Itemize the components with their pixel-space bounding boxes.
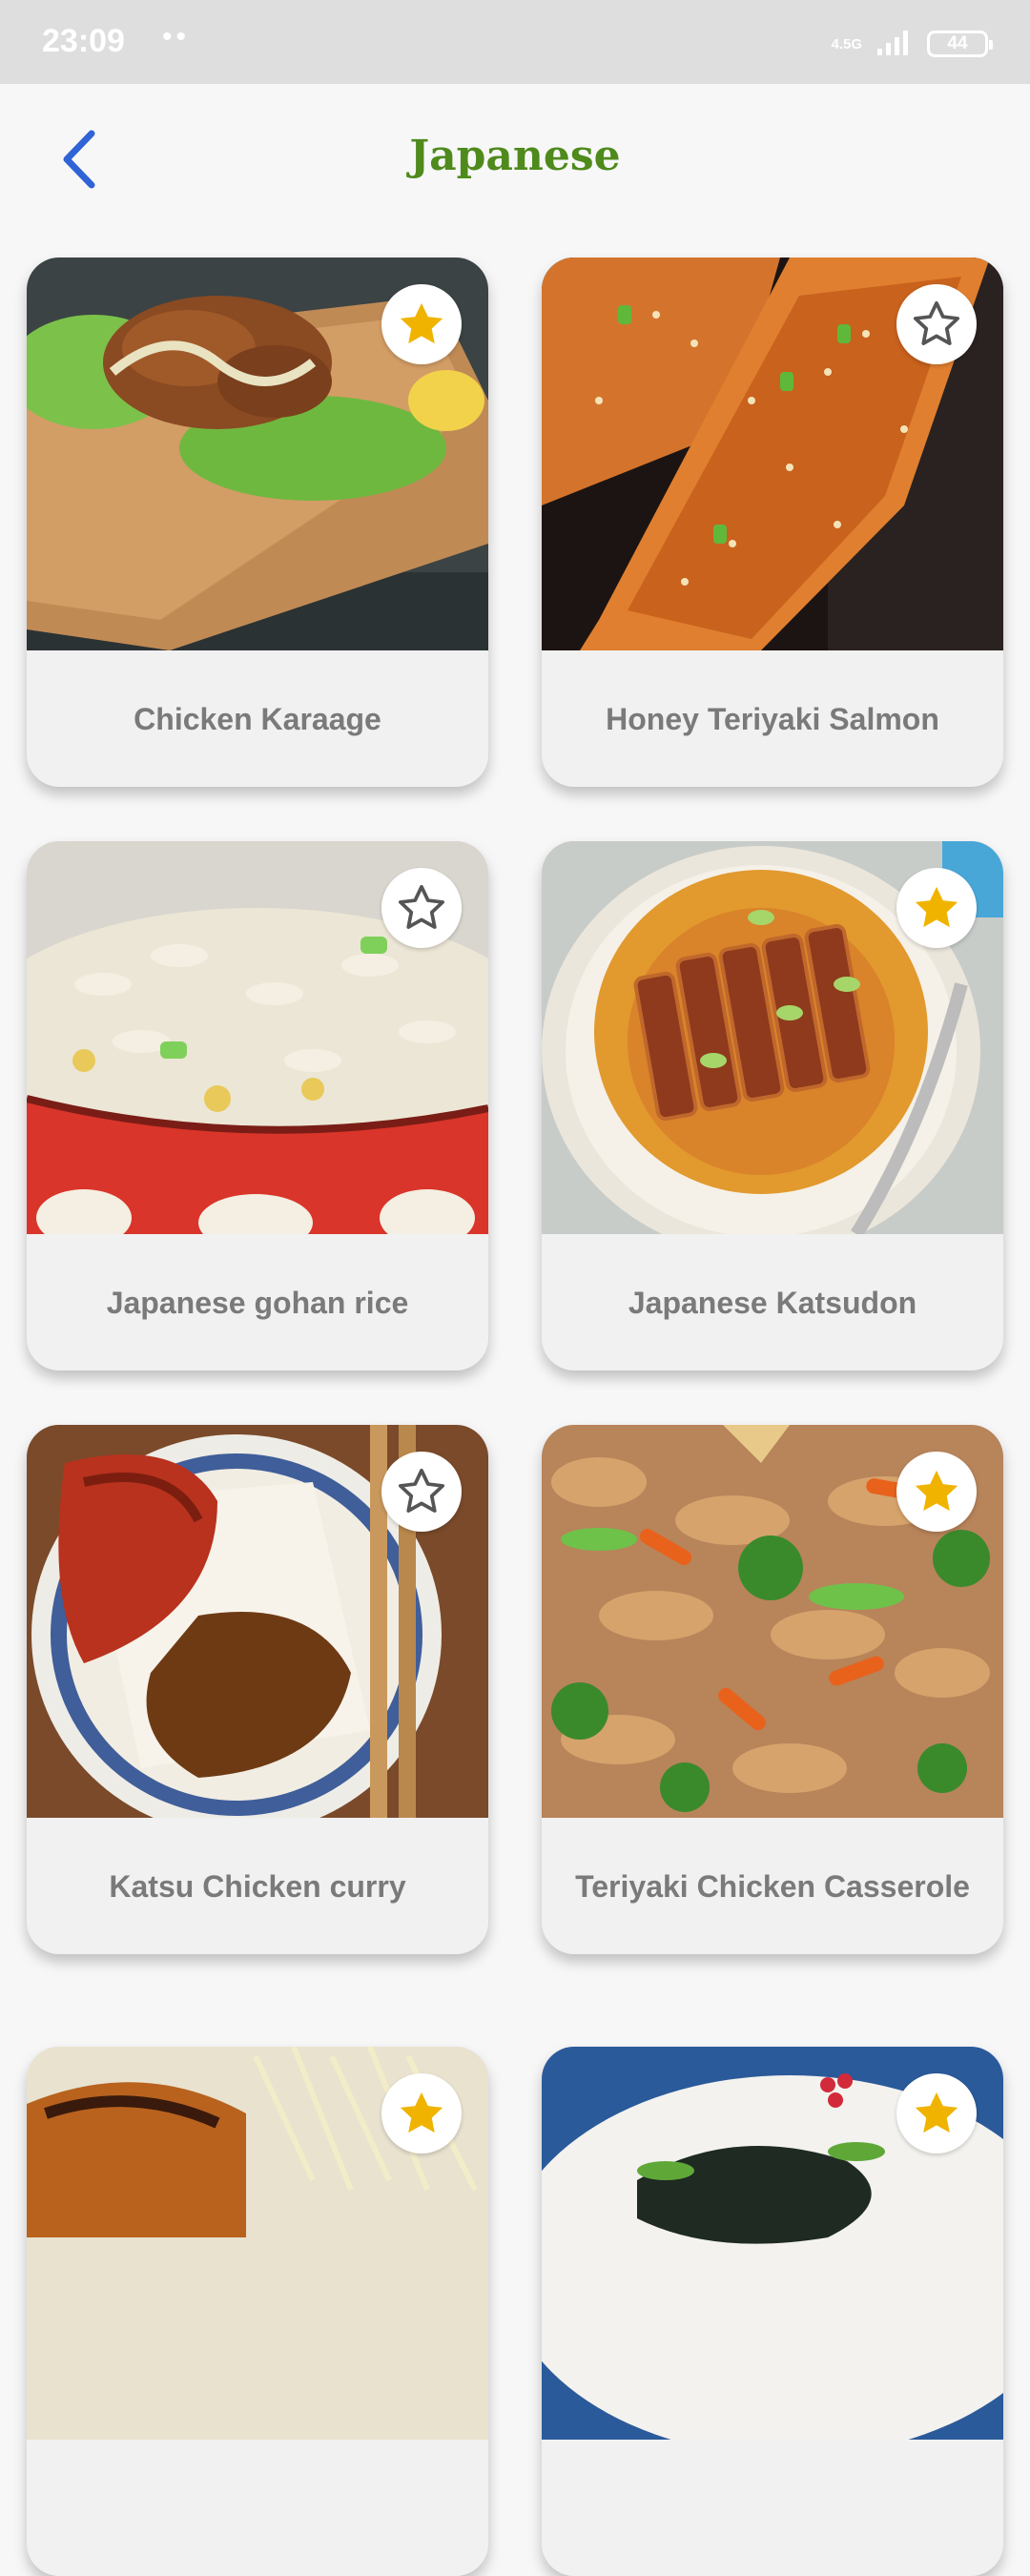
notification-dots: •• <box>162 21 191 52</box>
recipe-card[interactable] <box>27 2047 488 2576</box>
star-outline-icon <box>913 300 960 345</box>
recipe-title: Chicken Karaage <box>134 701 381 736</box>
recipe-card[interactable] <box>542 2047 1003 2576</box>
recipe-title: Teriyaki Chicken Casserole <box>575 1868 970 1904</box>
recipe-title: Japanese Katsudon <box>628 1285 917 1320</box>
star-filled-icon <box>915 1470 958 1512</box>
recipe-title <box>46 2440 469 2576</box>
favorite-button[interactable] <box>896 2073 977 2154</box>
star-filled-icon <box>915 886 958 928</box>
favorite-button[interactable] <box>896 284 977 364</box>
star-outline-icon <box>398 884 445 929</box>
network-type: 4.5G <box>831 35 862 52</box>
recipe-title: Japanese gohan rice <box>106 1285 409 1320</box>
favorite-button[interactable] <box>381 868 462 948</box>
battery-icon: 44 <box>927 31 993 57</box>
recipe-title: Honey Teriyaki Salmon <box>606 701 939 736</box>
app-bar: Japanese <box>0 84 1030 229</box>
recipe-card[interactable]: Teriyaki Chicken Casserole <box>542 1425 1003 1954</box>
signal-icon <box>876 28 914 61</box>
star-filled-icon <box>915 2092 958 2133</box>
recipe-card[interactable]: Chicken Karaage <box>27 258 488 787</box>
recipe-title <box>561 2440 984 2576</box>
recipe-title: Katsu Chicken curry <box>109 1868 406 1904</box>
recipe-card[interactable]: Honey Teriyaki Salmon <box>542 258 1003 787</box>
battery-level: 44 <box>947 33 968 53</box>
favorite-button[interactable] <box>896 1452 977 1532</box>
favorite-button[interactable] <box>381 1452 462 1532</box>
favorite-button[interactable] <box>896 868 977 948</box>
favorite-button[interactable] <box>381 2073 462 2154</box>
status-bar: 23:09 •• 4.5G 44 <box>0 0 1030 84</box>
status-time: 23:09 <box>42 23 125 59</box>
star-outline-icon <box>398 1468 445 1513</box>
recipe-card[interactable]: Japanese gohan rice <box>27 841 488 1370</box>
star-filled-icon <box>400 302 443 344</box>
star-filled-icon <box>400 2092 443 2133</box>
recipe-card[interactable]: Katsu Chicken curry <box>27 1425 488 1954</box>
status-indicators: 4.5G 44 <box>831 25 993 63</box>
favorite-button[interactable] <box>381 284 462 364</box>
recipe-card[interactable]: Japanese Katsudon <box>542 841 1003 1370</box>
page-title: Japanese <box>409 132 621 180</box>
